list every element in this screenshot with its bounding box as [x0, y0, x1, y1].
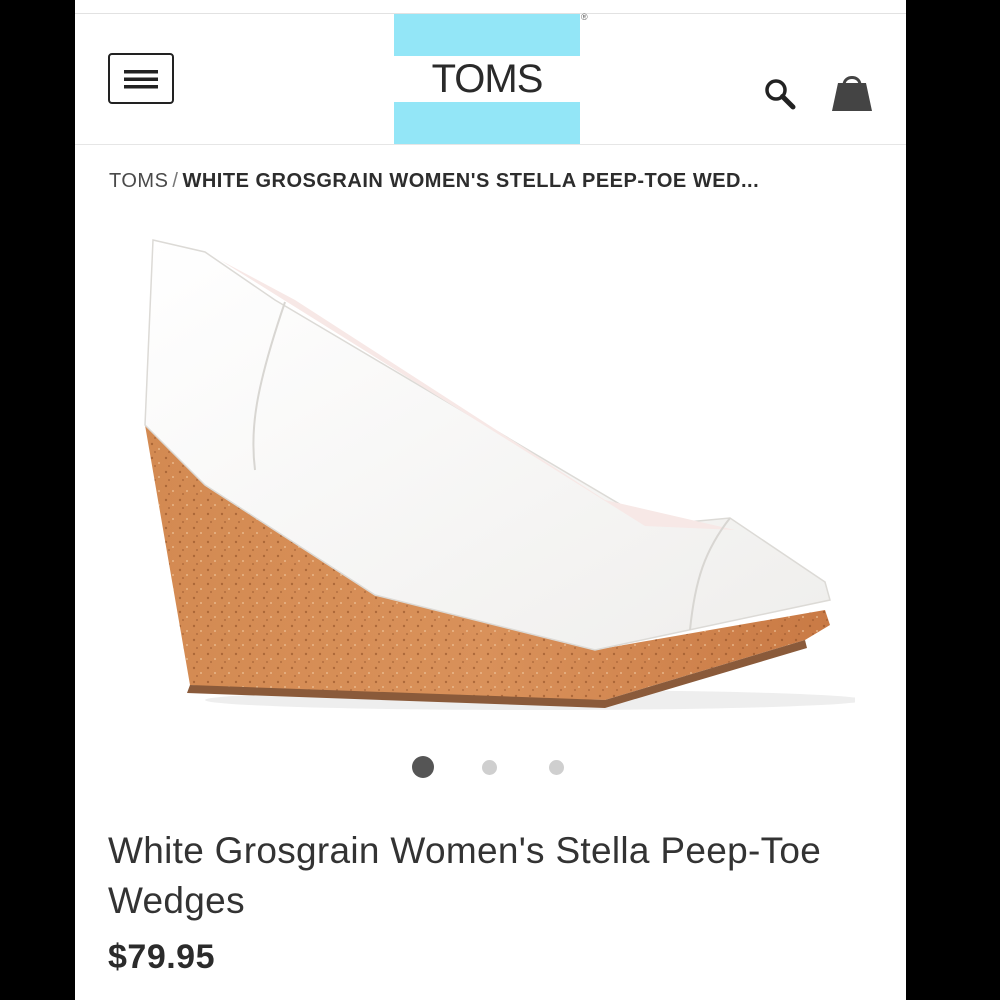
logo-band-top: [394, 14, 580, 56]
pagination-dot-1[interactable]: [412, 756, 434, 778]
breadcrumb: TOMS / WHITE GROSGRAIN WOMEN'S STELLA PEEP…: [109, 170, 879, 193]
breadcrumb-separator: /: [172, 170, 179, 192]
breadcrumb-home-link[interactable]: TOMS: [109, 170, 168, 192]
breadcrumb-current: WHITE GROSGRAIN WOMEN'S STELLA PEEP-TOE …: [182, 170, 760, 192]
product-title: White Grosgrain Women's Stella Peep-Toe …: [108, 830, 822, 921]
logo-band-bottom: [394, 102, 580, 144]
shopping-bag-icon[interactable]: [830, 69, 874, 115]
product-image[interactable]: [135, 230, 855, 730]
search-icon[interactable]: [763, 77, 799, 113]
mobile-screen: TOMS ® TOMS / WHITE GROSGRAIN WOMEN'S STEL…: [75, 0, 906, 1000]
site-header: TOMS ®: [75, 12, 906, 144]
pagination-dot-2[interactable]: [482, 760, 497, 775]
toms-logo[interactable]: TOMS ®: [394, 12, 588, 144]
menu-button[interactable]: [108, 53, 174, 104]
header-divider: [75, 144, 906, 145]
logo-wordmark: TOMS: [431, 56, 544, 101]
trademark-mark: ®: [581, 12, 588, 22]
image-pagination: [75, 756, 906, 778]
product-price: $79.95: [108, 938, 215, 976]
hamburger-menu-icon: [124, 69, 158, 88]
pagination-dot-3[interactable]: [549, 760, 564, 775]
